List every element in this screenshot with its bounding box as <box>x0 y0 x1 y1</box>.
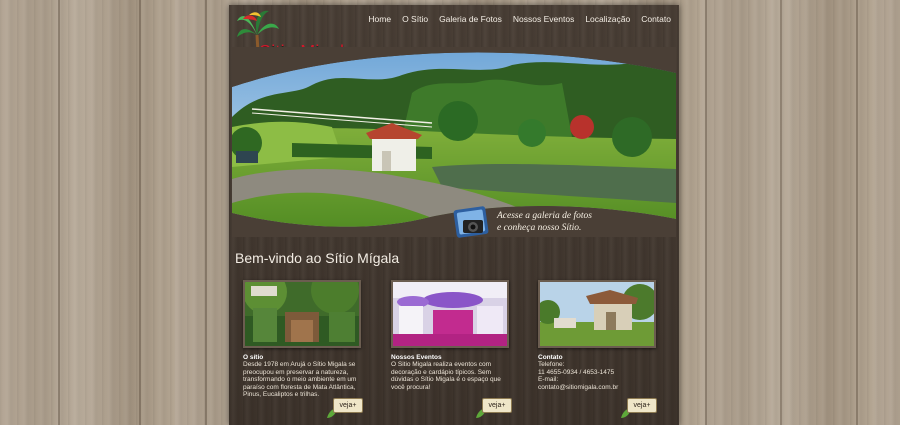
card-contato-title: Contato <box>538 354 563 361</box>
main-nav: Home O Sítio Galeria de Fotos Nossos Eve… <box>368 14 671 24</box>
contact-phone[interactable]: 11 4655-0934 / 4653-1475 <box>538 369 658 377</box>
veja-button-eventos[interactable]: veja + <box>482 398 512 413</box>
contact-phone-label: Telefone: <box>538 361 565 368</box>
contact-email-label: E-mail: <box>538 376 559 384</box>
plank-seam <box>780 0 782 425</box>
nav-galeria[interactable]: Galeria de Fotos <box>439 14 502 24</box>
card-o-sitio-image[interactable] <box>243 280 361 348</box>
gallery-cta-line1: Acesse a galeria de fotos <box>497 211 592 221</box>
welcome-heading: Bem-vindo ao Sítio Mígala <box>235 250 400 266</box>
gallery-cta[interactable]: Acesse a galeria de fotos e conheça noss… <box>497 210 627 234</box>
plank-seam <box>58 0 60 425</box>
nav-localizacao[interactable]: Localização <box>585 14 630 24</box>
nav-home[interactable]: Home <box>368 14 391 24</box>
card-eventos-image[interactable] <box>391 280 509 348</box>
card-contato-image[interactable] <box>538 280 656 348</box>
plus-icon: + <box>646 402 651 409</box>
veja-button-o-sitio[interactable]: veja + <box>333 398 363 413</box>
card-eventos: Nossos Eventos O Sitio Migala realiza ev… <box>391 280 511 391</box>
camera-icon[interactable] <box>453 204 489 240</box>
veja-button-label: veja <box>339 402 353 409</box>
card-o-sitio-text: Desde 1978 em Arujá o Sítio Migala se pr… <box>243 361 357 399</box>
plank-seam <box>705 0 707 425</box>
plank-seam <box>139 0 141 425</box>
site-container: Sitio Migala Home O Sítio Galeria de Fot… <box>229 5 679 425</box>
plus-icon: + <box>501 402 506 409</box>
card-o-sitio-title: O sítio <box>243 354 264 361</box>
card-o-sitio: O sítio Desde 1978 em Arujá o Sítio Miga… <box>243 280 363 399</box>
plank-seam <box>856 0 858 425</box>
nav-o-sitio[interactable]: O Sítio <box>402 14 428 24</box>
card-contato: Contato Telefone: 11 4655-0934 / 4653-14… <box>538 280 658 391</box>
veja-button-contato[interactable]: veja + <box>627 398 657 413</box>
card-eventos-title: Nossos Eventos <box>391 354 442 361</box>
veja-button-label: veja <box>633 402 647 409</box>
nav-eventos[interactable]: Nossos Eventos <box>513 14 574 24</box>
nav-contato[interactable]: Contato <box>641 14 671 24</box>
card-contato-text: Telefone: 11 4655-0934 / 4653-1475 E-mai… <box>538 361 658 391</box>
veja-button-label: veja <box>488 402 502 409</box>
plus-icon: + <box>352 402 357 409</box>
contact-email[interactable]: contato@sitiomigala.com.br <box>538 384 658 392</box>
card-eventos-text: O Sitio Migala realiza eventos com decor… <box>391 361 501 391</box>
gallery-cta-line2: e conheça nosso Sítio. <box>497 223 582 233</box>
plank-seam <box>205 0 207 425</box>
